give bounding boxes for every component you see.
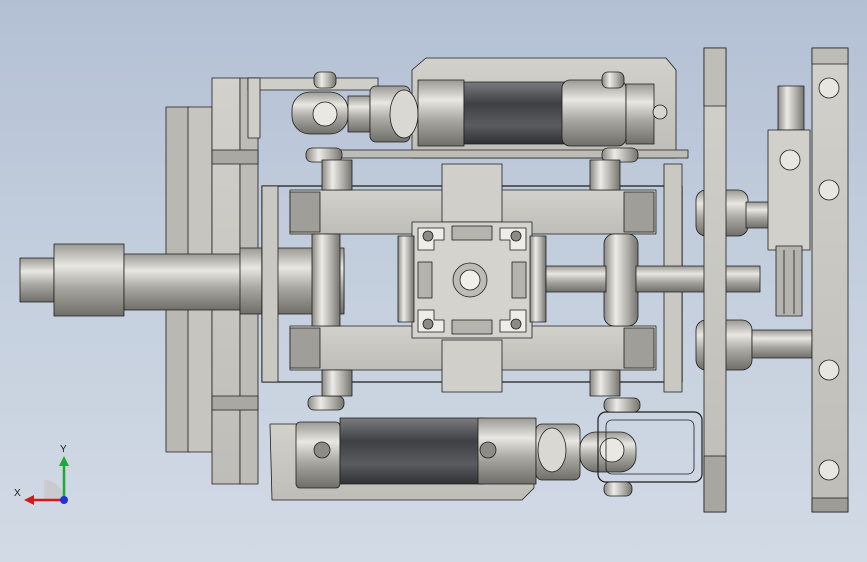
top-cylinder-endcap-right: [561, 79, 627, 147]
right-inner-plate: [703, 47, 727, 513]
right-end-plate: [811, 47, 849, 513]
shaft-collar: [53, 243, 125, 317]
triad-origin-icon: [24, 456, 69, 505]
upper-slide-block: [441, 163, 503, 223]
triad-x-label: X: [14, 488, 21, 499]
orientation-triad: Y X: [14, 444, 69, 505]
assembly-model[interactable]: [0, 0, 867, 562]
graphics-viewport[interactable]: Y X: [0, 0, 867, 562]
output-rod: [635, 265, 761, 293]
triad-y-label: Y: [60, 444, 67, 455]
shaft-tip: [19, 257, 55, 303]
right-bracket: [767, 129, 811, 251]
right-guide-rod: [603, 233, 639, 327]
bottom-cylinder-barrel: [339, 417, 485, 485]
lower-slide-block: [441, 339, 503, 393]
